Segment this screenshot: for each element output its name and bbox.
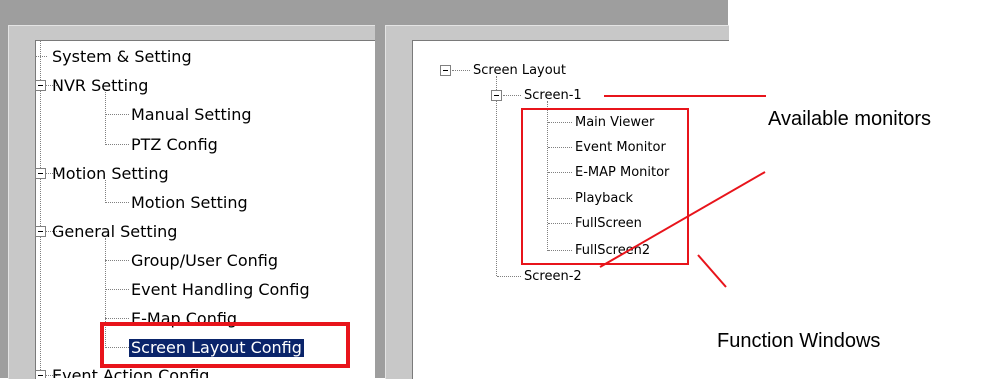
callout-line-monitors [599,171,766,268]
annotation-function-windows: Function Windows [717,330,881,352]
annotation-available-monitors: Available monitors [768,108,932,130]
annotation-lines [599,95,766,288]
callout-line-function-windows [697,254,727,288]
